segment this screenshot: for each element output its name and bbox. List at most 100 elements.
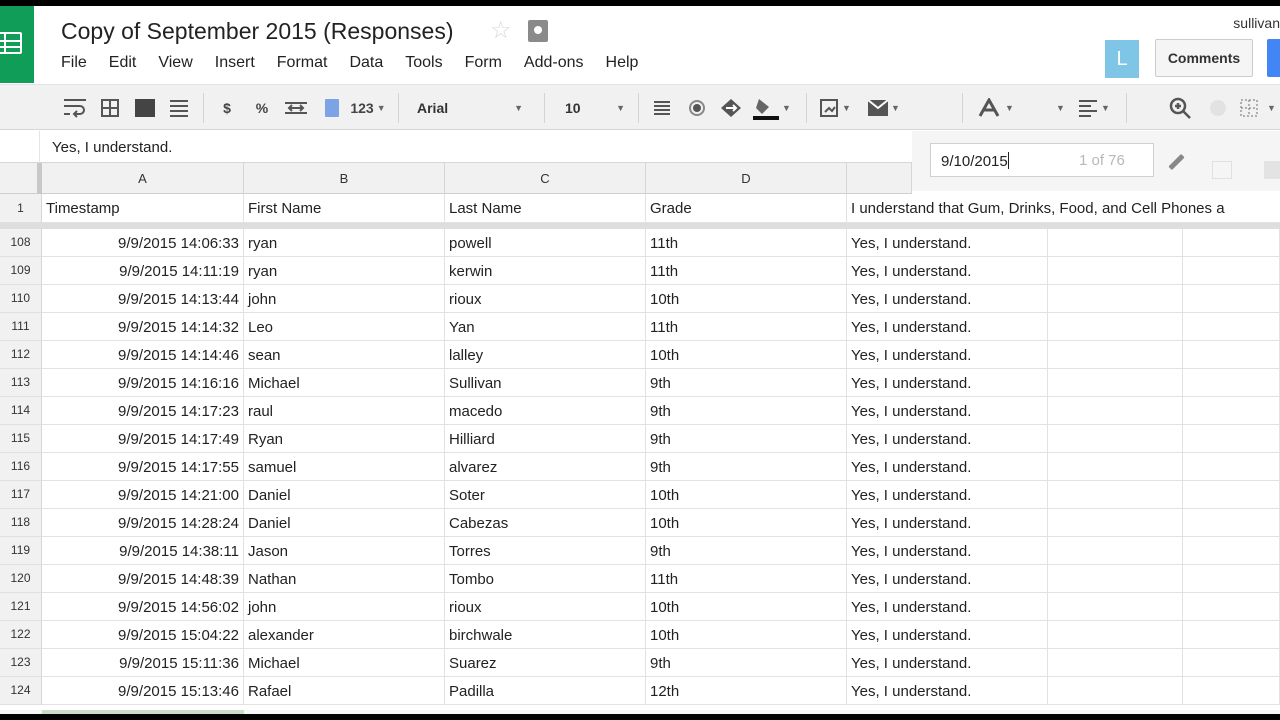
pencil-icon[interactable]	[1168, 155, 1184, 169]
cell-first-name[interactable]: samuel	[244, 453, 445, 481]
cell-grade[interactable]: 10th	[646, 509, 847, 537]
menu-help[interactable]: Help	[606, 54, 639, 72]
row-header[interactable]: 114	[0, 397, 42, 425]
cell-grade[interactable]: 10th	[646, 285, 847, 313]
cell-empty[interactable]	[1183, 649, 1280, 677]
cell-acknowledgement[interactable]: Yes, I understand.	[847, 425, 1048, 453]
cell-timestamp[interactable]: 9/9/2015 15:04:22	[42, 621, 244, 649]
menu-view[interactable]: View	[158, 54, 192, 72]
cell-empty[interactable]	[1048, 481, 1183, 509]
cell-last-name[interactable]: Sullivan	[445, 369, 646, 397]
cell-grade[interactable]: 10th	[646, 621, 847, 649]
find-more-icon[interactable]	[1264, 161, 1280, 179]
cell-last-name[interactable]: Torres	[445, 537, 646, 565]
strikethrough-icon[interactable]	[650, 85, 674, 131]
row-header[interactable]: 116	[0, 453, 42, 481]
cell-timestamp[interactable]: 9/9/2015 15:11:36	[42, 649, 244, 677]
cell-first-name[interactable]: raul	[244, 397, 445, 425]
row-header[interactable]: 112	[0, 341, 42, 369]
border-icon[interactable]	[98, 85, 122, 131]
cell-first-name[interactable]: john	[244, 285, 445, 313]
cell-grade[interactable]: 9th	[646, 397, 847, 425]
row-header[interactable]: 118	[0, 509, 42, 537]
cell-empty[interactable]	[1048, 649, 1183, 677]
cell-empty[interactable]	[1183, 509, 1280, 537]
sheets-logo[interactable]	[0, 6, 34, 83]
cell-grade[interactable]: 9th	[646, 453, 847, 481]
cell-empty[interactable]	[1183, 285, 1280, 313]
table-row[interactable]	[0, 710, 1280, 714]
cell-first-name[interactable]: alexander	[244, 621, 445, 649]
cell-empty[interactable]	[1048, 229, 1183, 257]
cell-grade[interactable]: 9th	[646, 649, 847, 677]
header-cell-grade[interactable]: Grade	[646, 194, 847, 223]
cell-acknowledgement[interactable]: Yes, I understand.	[847, 285, 1048, 313]
merge-icon[interactable]	[718, 85, 744, 131]
row-header[interactable]: 122	[0, 621, 42, 649]
row-header[interactable]: 113	[0, 369, 42, 397]
cell-last-name[interactable]: Soter	[445, 481, 646, 509]
font-family-select[interactable]: Arial ▼	[407, 85, 531, 131]
cell-empty[interactable]	[1183, 453, 1280, 481]
cell-last-name[interactable]: alvarez	[445, 453, 646, 481]
cell-empty[interactable]	[1048, 453, 1183, 481]
text-wrap-icon[interactable]	[60, 85, 90, 131]
menu-tools[interactable]: Tools	[405, 54, 442, 72]
cell-grade[interactable]: 11th	[646, 229, 847, 257]
cell-acknowledgement[interactable]: Yes, I understand.	[847, 257, 1048, 285]
row-header[interactable]: 121	[0, 593, 42, 621]
share-button[interactable]	[1267, 39, 1280, 77]
row-header[interactable]: 123	[0, 649, 42, 677]
align-icon[interactable]	[167, 85, 191, 131]
cell-acknowledgement[interactable]: Yes, I understand.	[847, 509, 1048, 537]
cell-acknowledgement[interactable]: Yes, I understand.	[847, 397, 1048, 425]
cell-first-name[interactable]: Michael	[244, 369, 445, 397]
cell-last-name[interactable]: macedo	[445, 397, 646, 425]
cell-acknowledgement[interactable]: Yes, I understand.	[847, 565, 1048, 593]
cell-empty[interactable]	[1183, 621, 1280, 649]
color-icon[interactable]	[322, 85, 342, 131]
cell-timestamp[interactable]: 9/9/2015 14:06:33	[42, 229, 244, 257]
cell-first-name[interactable]: Ryan	[244, 425, 445, 453]
cell-last-name[interactable]: lalley	[445, 341, 646, 369]
menu-insert[interactable]: Insert	[215, 54, 255, 72]
cell-last-name[interactable]: Yan	[445, 313, 646, 341]
zoom-icon[interactable]	[1166, 85, 1194, 131]
avatar[interactable]: L	[1105, 40, 1139, 78]
cell-empty[interactable]	[1048, 593, 1183, 621]
cell-empty[interactable]	[1183, 369, 1280, 397]
cell-empty[interactable]	[1183, 229, 1280, 257]
cell-acknowledgement[interactable]: Yes, I understand.	[847, 453, 1048, 481]
row-header[interactable]: 115	[0, 425, 42, 453]
cell-last-name[interactable]: Padilla	[445, 677, 646, 705]
cell-first-name[interactable]: john	[244, 593, 445, 621]
cell-empty[interactable]	[1048, 425, 1183, 453]
cell-last-name[interactable]: Cabezas	[445, 509, 646, 537]
font-size-select[interactable]: 10 ▼	[553, 85, 629, 131]
star-icon[interactable]: ☆	[490, 16, 512, 45]
currency-format-button[interactable]: $	[216, 85, 238, 131]
cell-grade[interactable]: 12th	[646, 677, 847, 705]
cell-last-name[interactable]: Suarez	[445, 649, 646, 677]
cell-last-name[interactable]: kerwin	[445, 257, 646, 285]
row-header[interactable]: 117	[0, 481, 42, 509]
cell-grade[interactable]: 9th	[646, 369, 847, 397]
cell-empty[interactable]	[1183, 537, 1280, 565]
menu-form[interactable]: Form	[465, 54, 502, 72]
cell-grade[interactable]: 10th	[646, 593, 847, 621]
cell-timestamp[interactable]: 9/9/2015 14:56:02	[42, 593, 244, 621]
cell-last-name[interactable]: powell	[445, 229, 646, 257]
row-header[interactable]: 110	[0, 285, 42, 313]
cell-empty[interactable]	[1048, 257, 1183, 285]
cell-timestamp[interactable]: 9/9/2015 14:21:00	[42, 481, 244, 509]
horizontal-align-icon[interactable]: ▼	[1072, 85, 1116, 131]
row-header[interactable]: 109	[0, 257, 42, 285]
cell-grade[interactable]: 11th	[646, 565, 847, 593]
column-header-d[interactable]: D	[646, 163, 847, 194]
cell-empty[interactable]	[1183, 481, 1280, 509]
fill-icon[interactable]	[133, 85, 157, 131]
comments-button[interactable]: Comments	[1155, 39, 1253, 77]
chevron-down-icon[interactable]: ▼	[1262, 85, 1278, 131]
cell-timestamp[interactable]: 9/9/2015 14:14:46	[42, 341, 244, 369]
record-icon[interactable]	[686, 85, 708, 131]
